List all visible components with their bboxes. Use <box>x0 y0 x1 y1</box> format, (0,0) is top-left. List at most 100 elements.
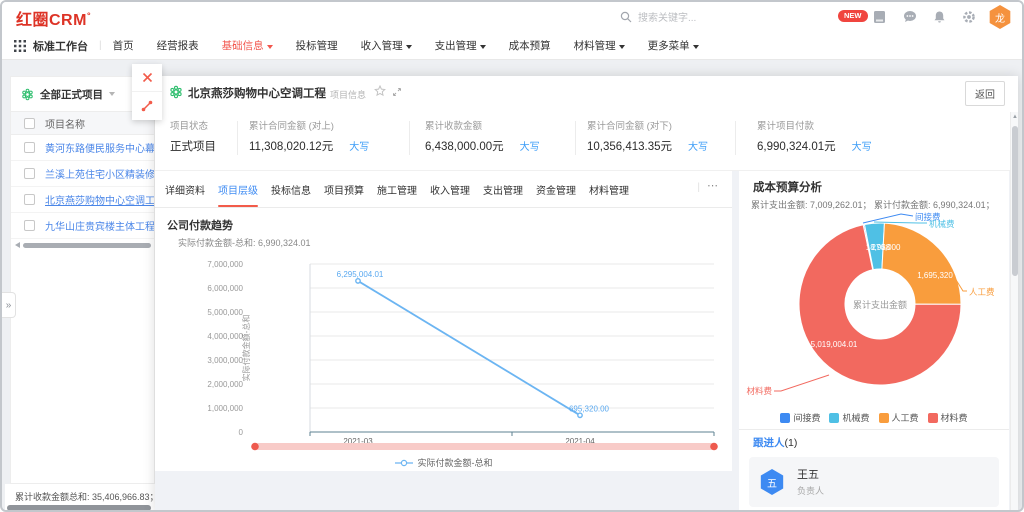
user-avatar[interactable]: 龙 <box>988 5 1012 29</box>
data-point[interactable] <box>578 413 582 417</box>
follower-card[interactable]: 五 王五 负责人 <box>749 457 999 507</box>
nav-item-basic-info[interactable]: 基础信息 <box>222 38 273 53</box>
vertical-scrollbar[interactable]: ▲ <box>1010 112 1018 512</box>
chevron-down-icon[interactable] <box>109 92 115 96</box>
nav-item-materials[interactable]: 材料管理 <box>574 38 625 53</box>
payment-trend-card: 详细资料 项目层级 投标信息 项目预算 施工管理 收入管理 支出管理 资金管理 … <box>155 171 732 471</box>
slice-value-label: 1,695,320 <box>917 271 953 280</box>
chat-icon[interactable] <box>903 10 917 23</box>
legend-item-材料费[interactable]: 材料费 <box>928 411 968 424</box>
follower-role: 负责人 <box>797 484 824 497</box>
detail-tabs: 详细资料 项目层级 投标信息 项目预算 施工管理 收入管理 支出管理 资金管理 … <box>155 171 732 208</box>
slice-name-label: 人工费 <box>969 287 995 297</box>
bell-icon[interactable] <box>933 10 946 24</box>
legend-chip <box>928 413 938 423</box>
nav-item-more-menu[interactable]: 更多菜单 <box>648 38 699 53</box>
select-all-checkbox[interactable] <box>24 118 35 129</box>
tab-details[interactable]: 详细资料 <box>165 171 205 207</box>
nav-item-reports[interactable]: 经营报表 <box>157 38 199 53</box>
new-badge[interactable]: NEW <box>838 10 868 22</box>
row-checkbox[interactable] <box>24 168 35 179</box>
project-link[interactable]: 九华山庄贵宾楼主体工程 <box>45 218 154 233</box>
nav-item-bidding[interactable]: 投标管理 <box>296 38 338 53</box>
scrollbar-thumb[interactable] <box>1012 126 1018 276</box>
cost-budget-card: 成本预算分析 累计支出金额: 7,009,262.01； 累计付款金额: 6,9… <box>739 171 1009 512</box>
page-horizontal-scrollbar[interactable] <box>7 505 151 511</box>
legend-chip <box>780 413 790 423</box>
datazoom-handle-left[interactable] <box>251 443 259 451</box>
legend-chip <box>829 413 839 423</box>
workbench-label[interactable]: 标准工作台 <box>33 38 88 54</box>
notebook-icon[interactable] <box>873 10 886 24</box>
scroll-up-arrow-icon[interactable]: ▲ <box>1011 114 1019 120</box>
row-checkbox[interactable] <box>24 142 35 153</box>
slice-name-label: 材料费 <box>746 386 772 396</box>
tab-project-hierarchy[interactable]: 项目层级 <box>218 171 258 207</box>
slice-value-label: 276,000 <box>872 243 901 252</box>
y-tick-label: 6,000,000 <box>207 284 243 293</box>
resize-icon[interactable] <box>392 87 402 97</box>
tab-construction[interactable]: 施工管理 <box>377 171 417 207</box>
daxie-link[interactable]: 大写 <box>688 138 708 153</box>
tab-bid-info[interactable]: 投标信息 <box>271 171 311 207</box>
sidebar-expand-handle[interactable]: » <box>2 292 16 318</box>
row-checkbox[interactable] <box>24 194 35 205</box>
top-bar: 红圈CRM° 搜索关键字... NEW 龙 <box>2 2 1022 32</box>
tab-materials[interactable]: 材料管理 <box>589 171 629 207</box>
project-list-title[interactable]: 全部正式项目 <box>40 87 103 102</box>
search-input[interactable]: 搜索关键字... <box>620 9 696 24</box>
horizontal-scrollbar[interactable] <box>15 241 151 249</box>
datazoom-slider[interactable] <box>255 443 714 450</box>
fullscreen-button[interactable] <box>132 92 162 120</box>
daxie-link[interactable]: 大写 <box>520 138 540 153</box>
stat-contract-amount-up: 累计合同金额 (对上) 11,308,020.12元大写 <box>249 118 369 154</box>
nav-item-home[interactable]: 首页 <box>113 38 134 53</box>
stat-received-amount: 累计收款金额 6,438,000.00元大写 <box>425 118 540 154</box>
follower-avatar: 五 <box>759 469 785 495</box>
back-button[interactable]: 返回 <box>965 81 1005 106</box>
stat-project-payment: 累计项目付款 6,990,324.01元大写 <box>757 118 872 154</box>
legend-item-机械费[interactable]: 机械费 <box>829 411 869 424</box>
tab-expense[interactable]: 支出管理 <box>483 171 523 207</box>
apps-grid-icon[interactable] <box>14 40 26 52</box>
donut-legend: 间接费机械费人工费材料费 <box>739 411 1009 424</box>
project-row[interactable]: 兰溪上苑住宅小区精装修... <box>11 161 154 187</box>
y-tick-label: 4,000,000 <box>207 332 243 341</box>
gear-icon[interactable] <box>962 10 976 24</box>
tab-funds[interactable]: 资金管理 <box>536 171 576 207</box>
nav-item-cost-budget[interactable]: 成本预算 <box>509 38 551 53</box>
project-link[interactable]: 北京燕莎购物中心空调工程 <box>45 192 154 207</box>
project-row-selected[interactable]: 北京燕莎购物中心空调工程 <box>11 187 154 213</box>
daxie-link[interactable]: 大写 <box>852 138 872 153</box>
nav-item-expense[interactable]: 支出管理 <box>435 38 486 53</box>
scroll-left-arrow-icon[interactable] <box>15 242 20 248</box>
legend-item-间接费[interactable]: 间接费 <box>780 411 820 424</box>
record-type-label: 项目信息 <box>330 88 366 101</box>
close-button[interactable] <box>132 64 162 92</box>
project-link[interactable]: 黄河东路便民服务中心幕... <box>45 140 154 155</box>
line-chart-legend[interactable]: 实际付款金额-总和 <box>155 456 732 469</box>
data-point[interactable] <box>356 279 360 283</box>
tab-project-budget[interactable]: 项目预算 <box>324 171 364 207</box>
more-tabs-button[interactable]: ⋯ <box>707 179 719 192</box>
tab-income[interactable]: 收入管理 <box>430 171 470 207</box>
callout-line <box>863 214 913 223</box>
daxie-link[interactable]: 大写 <box>349 138 369 153</box>
project-link[interactable]: 兰溪上苑住宅小区精装修... <box>45 166 154 181</box>
scrollbar-thumb[interactable] <box>23 243 151 248</box>
legend-item-人工费[interactable]: 人工费 <box>879 411 919 424</box>
payment-trend-line-chart: 01,000,0002,000,0003,000,0004,000,0005,0… <box>155 251 732 455</box>
legend-marker-icon <box>395 459 413 467</box>
app-logo[interactable]: 红圈CRM° <box>16 6 91 30</box>
star-favorite-icon[interactable] <box>374 85 386 97</box>
point-label: 695,320.00 <box>569 404 610 413</box>
row-checkbox[interactable] <box>24 220 35 231</box>
nav-item-income[interactable]: 收入管理 <box>361 38 412 53</box>
slice-value-label: 5,019,004.01 <box>811 340 858 349</box>
pie-slice-人工费[interactable] <box>882 223 961 304</box>
stat-divider <box>575 121 576 155</box>
project-row[interactable]: 黄河东路便民服务中心幕... <box>11 135 154 161</box>
project-row[interactable]: 九华山庄贵宾楼主体工程 <box>11 213 154 239</box>
datazoom-handle-right[interactable] <box>710 443 718 451</box>
chevron-down-icon <box>693 45 699 49</box>
